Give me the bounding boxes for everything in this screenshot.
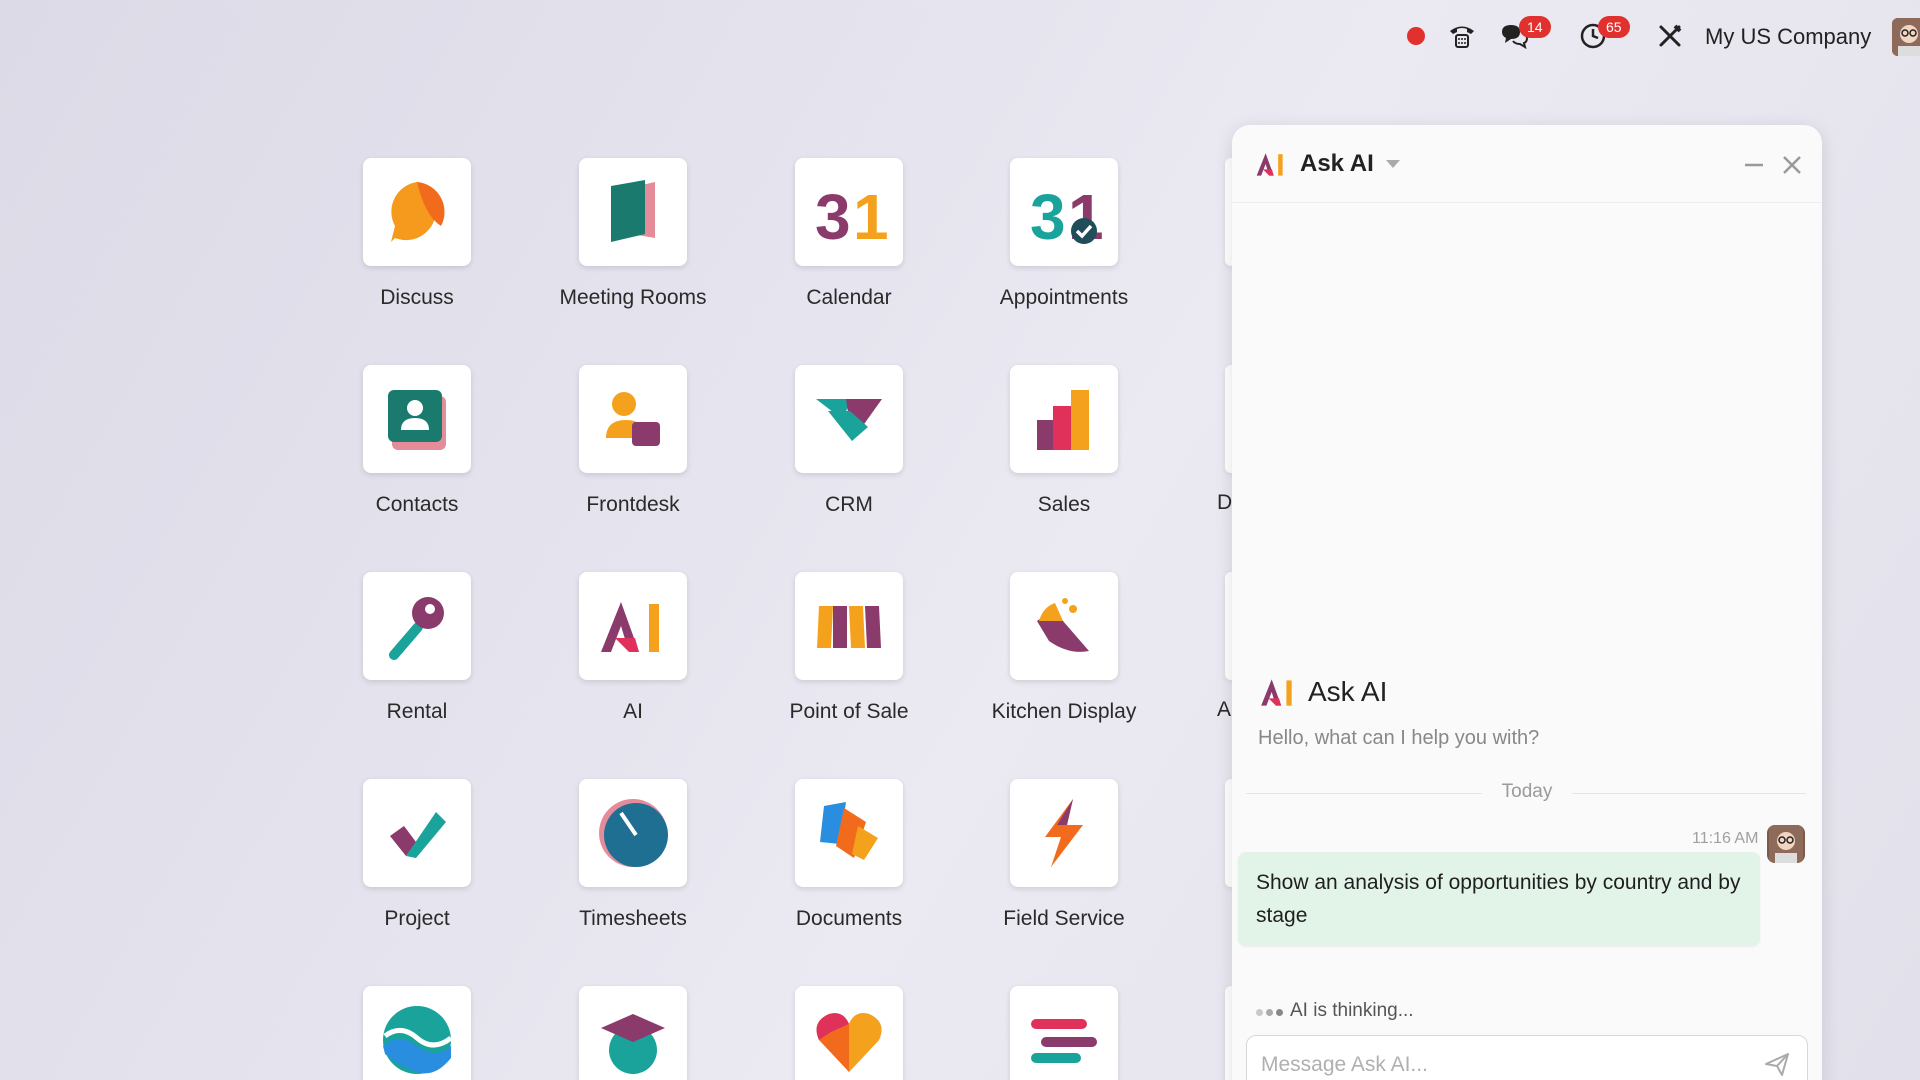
discuss-icon: [363, 158, 471, 266]
phone-icon[interactable]: [1445, 20, 1479, 52]
typing-dots-icon: [1256, 1000, 1286, 1022]
message-input[interactable]: [1261, 1050, 1741, 1080]
minimize-icon: [1745, 163, 1763, 167]
close-button[interactable]: [1778, 151, 1806, 179]
field-service-icon: [1010, 779, 1118, 887]
crm-icon: [795, 365, 903, 473]
app-label: Kitchen Display: [991, 700, 1137, 723]
app-timesheets[interactable]: Timesheets: [533, 779, 733, 931]
app-tile-partial-3[interactable]: [749, 986, 949, 1080]
thinking-indicator: AI is thinking...: [1256, 1000, 1414, 1022]
app-calendar[interactable]: 31 Calendar: [749, 158, 949, 310]
app-label: Meeting Rooms: [559, 286, 707, 309]
app-meeting-rooms[interactable]: Meeting Rooms: [533, 158, 733, 310]
app-label: Field Service: [1003, 907, 1125, 930]
minimize-button[interactable]: [1740, 151, 1768, 179]
sales-icon: [1010, 365, 1118, 473]
app-appointments[interactable]: 31 Appointments: [964, 158, 1164, 310]
ai-icon: [579, 572, 687, 680]
app-label: Point of Sale: [789, 700, 909, 723]
company-switcher[interactable]: My US Company: [1705, 24, 1871, 50]
chat-header: Ask AI: [1232, 125, 1822, 203]
assistant-greeting: Hello, what can I help you with?: [1258, 727, 1540, 749]
app-project[interactable]: Project: [317, 779, 517, 931]
app-discuss[interactable]: Discuss: [317, 158, 517, 310]
kitchen-display-icon: [1010, 572, 1118, 680]
recording-indicator[interactable]: [1404, 20, 1428, 52]
chevron-down-icon[interactable]: [1385, 159, 1400, 168]
contacts-icon: [363, 365, 471, 473]
app-label: Contacts: [375, 493, 459, 516]
app-label: Appointments: [999, 286, 1129, 309]
user-avatar[interactable]: [1892, 18, 1920, 56]
messaging-menu[interactable]: 14: [1497, 16, 1551, 52]
point-of-sale-icon: [795, 572, 903, 680]
app-label: CRM: [825, 493, 873, 516]
app-label: Discuss: [380, 286, 454, 309]
assistant-name: Ask AI: [1308, 676, 1388, 707]
svg-text:3: 3: [1030, 181, 1066, 247]
waves-icon: [363, 986, 471, 1080]
message-avatar: [1767, 825, 1805, 863]
appointments-icon: 31: [1010, 158, 1118, 266]
ai-logo-icon: [1256, 152, 1283, 176]
meeting-rooms-icon: [579, 158, 687, 266]
rental-icon: [363, 572, 471, 680]
app-documents[interactable]: Documents: [749, 779, 949, 931]
app-contacts[interactable]: Contacts: [317, 365, 517, 517]
date-divider-label: Today: [1482, 781, 1572, 803]
app-label: Documents: [795, 907, 903, 930]
activity-count-badge: 65: [1598, 16, 1630, 38]
heart-icon: [795, 986, 903, 1080]
ask-ai-chat-window: Ask AI Ask AI Hello, what can I help you…: [1232, 125, 1822, 1080]
app-rental[interactable]: Rental: [317, 572, 517, 724]
app-ai[interactable]: AI: [533, 572, 733, 724]
send-button[interactable]: [1763, 1050, 1793, 1080]
activity-menu[interactable]: 65: [1576, 16, 1630, 52]
app-tile-partial-4[interactable]: [964, 986, 1164, 1080]
app-label: Project: [384, 907, 450, 930]
switch-icon: [1010, 986, 1118, 1080]
send-icon: [1765, 1053, 1789, 1076]
app-label: Sales: [1037, 493, 1091, 516]
user-message-bubble: Show an analysis of opportunities by cou…: [1238, 852, 1760, 946]
chat-title[interactable]: Ask AI: [1300, 150, 1374, 178]
ai-logo-icon: [1261, 679, 1292, 706]
app-label: Frontdesk: [586, 493, 680, 516]
message-timestamp: 11:16 AM: [1692, 830, 1759, 847]
app-sales[interactable]: Sales: [964, 365, 1164, 517]
close-icon: [1783, 156, 1801, 174]
message-composer: [1246, 1035, 1808, 1080]
app-label-clipped: A: [1217, 698, 1232, 721]
app-tile-partial-2[interactable]: [533, 986, 733, 1080]
record-dot-icon: [1407, 27, 1425, 45]
app-field-service[interactable]: Field Service: [964, 779, 1164, 931]
app-label: Rental: [386, 700, 448, 723]
app-label: AI: [623, 700, 643, 723]
app-point-of-sale[interactable]: Point of Sale: [749, 572, 949, 724]
tools-icon[interactable]: [1655, 20, 1685, 52]
app-tile-partial-1[interactable]: [317, 986, 517, 1080]
top-bar: 14 65 My US Company: [0, 0, 1920, 72]
app-crm[interactable]: CRM: [749, 365, 949, 517]
timesheets-icon: [579, 779, 687, 887]
app-label: Timesheets: [579, 907, 687, 930]
chat-count-badge: 14: [1519, 16, 1551, 38]
thinking-text: AI is thinking...: [1290, 1000, 1414, 1021]
app-label: Calendar: [806, 286, 892, 309]
graduation-cap-icon: [579, 986, 687, 1080]
app-kitchen-display[interactable]: Kitchen Display: [964, 572, 1164, 724]
app-label-clipped: D: [1217, 491, 1233, 514]
frontdesk-icon: [579, 365, 687, 473]
calendar-icon: 31: [795, 158, 903, 266]
project-icon: [363, 779, 471, 887]
svg-text:3: 3: [815, 181, 851, 247]
documents-icon: [795, 779, 903, 887]
app-frontdesk[interactable]: Frontdesk: [533, 365, 733, 517]
assistant-intro: Ask AI: [1258, 675, 1387, 709]
svg-text:1: 1: [853, 181, 889, 247]
